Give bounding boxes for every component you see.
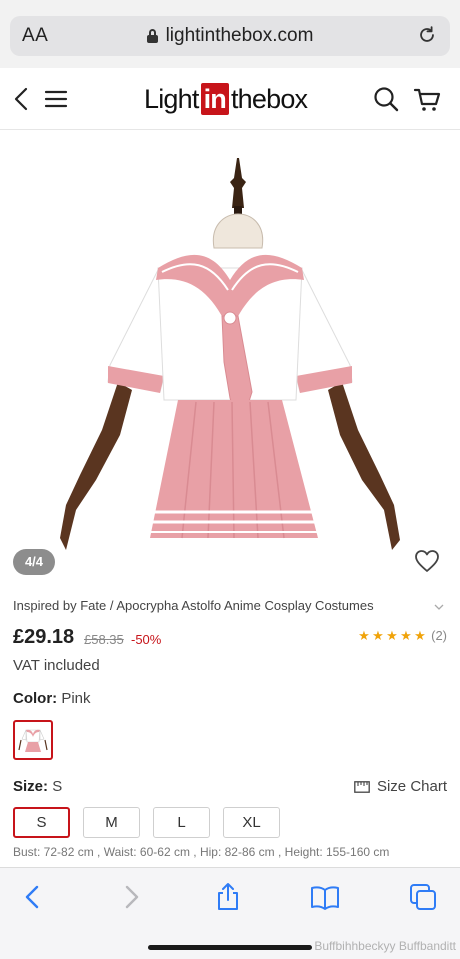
site-header: Light in thebox — [0, 68, 460, 130]
size-option-xl[interactable]: XL — [223, 807, 280, 838]
size-chart-link[interactable]: Size Chart — [354, 778, 447, 795]
size-measurements: Bust: 72-82 cm , Waist: 60-62 cm , Hip: … — [13, 845, 390, 859]
size-label-title: Size: — [13, 778, 49, 795]
address-bar[interactable]: AA lightinthebox.com — [10, 16, 450, 56]
menu-icon[interactable] — [42, 85, 70, 113]
home-indicator — [148, 945, 312, 950]
size-option-l[interactable]: L — [153, 807, 210, 838]
watermark: Buffbihhbeckyy Buffbanditt — [314, 939, 456, 953]
current-price: £29.18 — [13, 626, 75, 648]
star-icon: ★ — [372, 628, 384, 643]
star-icon: ★ — [414, 628, 426, 643]
share-icon[interactable] — [213, 882, 243, 912]
price-row: £29.18 £58.35 -50% ★ ★ ★ ★ ★ (2) — [13, 626, 447, 650]
url-text: lightinthebox.com — [165, 25, 314, 46]
cart-icon[interactable] — [413, 85, 441, 113]
url-display[interactable]: lightinthebox.com — [10, 25, 450, 47]
size-options: S M L XL — [13, 807, 293, 838]
star-icon: ★ — [358, 628, 370, 643]
back-chevron-icon[interactable] — [8, 85, 36, 113]
size-option-s[interactable]: S — [13, 807, 70, 838]
product-title: Inspired by Fate / Apocrypha Astolfo Ani… — [13, 598, 374, 613]
tabs-icon[interactable] — [408, 882, 438, 912]
logo-text-in: in — [200, 83, 229, 115]
star-icon: ★ — [386, 628, 398, 643]
costume-illustration — [60, 158, 400, 550]
favorite-heart-icon[interactable] — [414, 549, 440, 573]
browser-back-icon[interactable] — [18, 882, 48, 912]
rating-stars[interactable]: ★ ★ ★ ★ ★ (2) — [358, 628, 447, 643]
logo-text-light: Light — [144, 83, 199, 114]
color-value: Pink — [61, 690, 91, 707]
color-swatch-pink[interactable] — [13, 720, 53, 760]
discount-badge: -50% — [131, 632, 162, 647]
size-label: Size: S — [13, 778, 62, 795]
size-option-m[interactable]: M — [83, 807, 140, 838]
original-price: £58.35 — [84, 632, 124, 647]
browser-address-bar-area: AA lightinthebox.com — [0, 0, 460, 68]
color-label: Color: Pink — [13, 690, 91, 707]
reload-icon[interactable] — [416, 24, 438, 46]
product-image[interactable] — [0, 130, 460, 590]
swatch-thumbnail — [18, 729, 48, 752]
color-label-title: Color: — [13, 690, 58, 707]
product-title-row[interactable]: Inspired by Fate / Apocrypha Astolfo Ani… — [13, 598, 447, 613]
lock-icon — [146, 29, 158, 43]
logo-text-thebox: thebox — [230, 83, 308, 114]
ruler-icon — [354, 780, 370, 793]
size-chart-label: Size Chart — [376, 778, 447, 795]
size-value: S — [52, 778, 63, 795]
image-counter-badge: 4/4 — [13, 549, 55, 575]
chevron-down-icon[interactable] — [434, 602, 444, 612]
bookmarks-icon[interactable] — [310, 882, 340, 912]
vat-note: VAT included — [13, 657, 100, 674]
review-count[interactable]: (2) — [431, 628, 447, 643]
star-icon: ★ — [400, 628, 412, 643]
search-icon[interactable] — [372, 85, 400, 113]
browser-forward-icon[interactable] — [116, 882, 146, 912]
site-logo[interactable]: Light in thebox — [144, 82, 308, 116]
